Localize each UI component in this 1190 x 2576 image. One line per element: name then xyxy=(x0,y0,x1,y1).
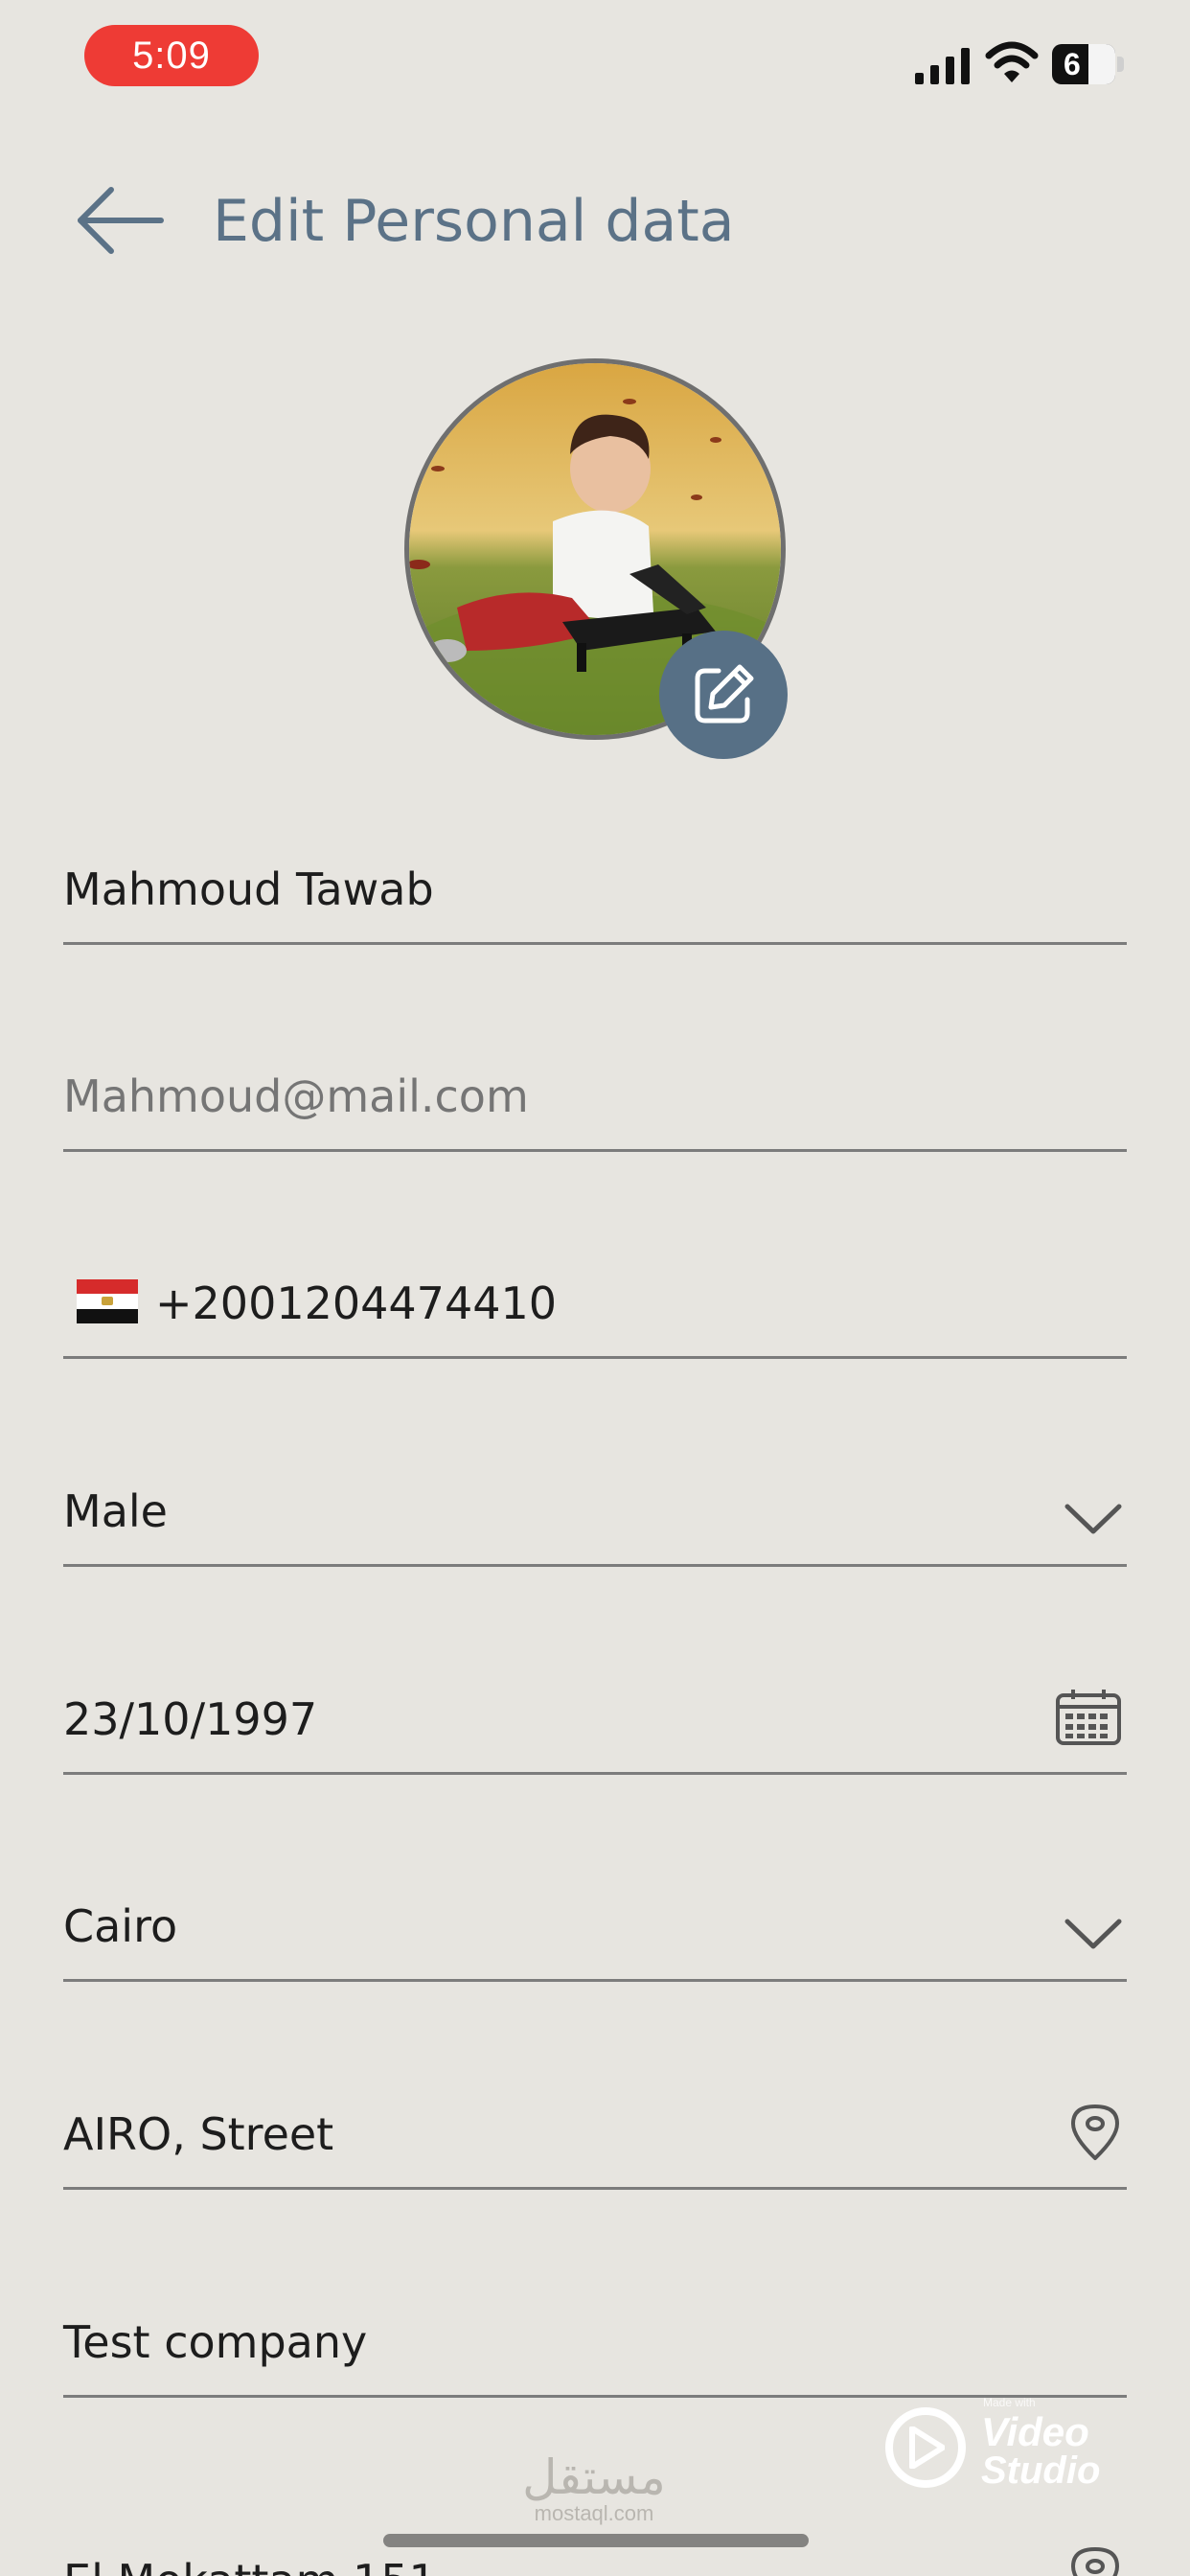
mostaql-watermark-arabic: مستقل xyxy=(522,2450,666,2505)
video-studio-watermark: Made with Video Studio xyxy=(881,2396,1121,2492)
address-value: AIRO, Street xyxy=(63,2108,334,2160)
location-pin-icon[interactable] xyxy=(1067,2545,1123,2576)
made-with-label: Made with xyxy=(983,2396,1036,2409)
chevron-down-icon xyxy=(1064,1919,1122,1949)
edit-photo-button[interactable] xyxy=(659,631,788,759)
address-field[interactable]: AIRO, Street xyxy=(63,2084,1127,2190)
profile-photo-section xyxy=(404,358,788,761)
company-field[interactable]: Test company xyxy=(63,2292,1127,2398)
home-indicator[interactable] xyxy=(383,2534,809,2547)
status-bar: 5:09 6 xyxy=(0,0,1190,115)
mostaql-watermark: مستقل mostaql.com xyxy=(517,2453,671,2526)
egypt-flag-icon[interactable] xyxy=(77,1279,138,1323)
battery-icon: 6 xyxy=(1052,44,1127,84)
city-value: Cairo xyxy=(63,1900,178,1952)
play-icon xyxy=(885,2407,966,2488)
gender-value: Male xyxy=(63,1485,168,1537)
status-time: 5:09 xyxy=(84,25,259,86)
phone-field[interactable]: +2001204474410 xyxy=(63,1254,1127,1359)
email-field[interactable]: Mahmoud@mail.com xyxy=(63,1046,1127,1152)
gender-dropdown[interactable]: Male xyxy=(63,1461,1127,1567)
location-pin-icon[interactable] xyxy=(1067,2103,1123,2162)
page-title: Edit Personal data xyxy=(213,188,735,255)
calendar-icon[interactable] xyxy=(1054,1688,1123,1747)
arrow-left-icon xyxy=(78,187,164,254)
cellular-signal-icon xyxy=(915,48,970,84)
chevron-down-icon xyxy=(1064,1504,1122,1534)
back-button[interactable] xyxy=(75,182,167,259)
app-header: Edit Personal data xyxy=(0,172,1190,268)
company-value: Test company xyxy=(63,2316,368,2368)
battery-level: 6 xyxy=(1064,46,1081,81)
email-placeholder: Mahmoud@mail.com xyxy=(63,1070,529,1122)
city-dropdown[interactable]: Cairo xyxy=(63,1876,1127,1982)
full-name-field[interactable]: Mahmoud Tawab xyxy=(63,840,1127,945)
birth-date-value: 23/10/1997 xyxy=(63,1693,318,1745)
video-word: Video xyxy=(981,2409,1089,2454)
studio-word: Studio xyxy=(981,2450,1101,2492)
mostaql-watermark-url: mostaql.com xyxy=(534,2501,654,2525)
birth-date-field[interactable]: 23/10/1997 xyxy=(63,1669,1127,1775)
wifi-icon xyxy=(985,41,1039,82)
full-name-value: Mahmoud Tawab xyxy=(63,863,434,915)
location-value: El Mokattam 151 xyxy=(63,2555,437,2576)
pencil-square-icon xyxy=(695,664,754,724)
phone-value: +2001204474410 xyxy=(155,1277,558,1329)
